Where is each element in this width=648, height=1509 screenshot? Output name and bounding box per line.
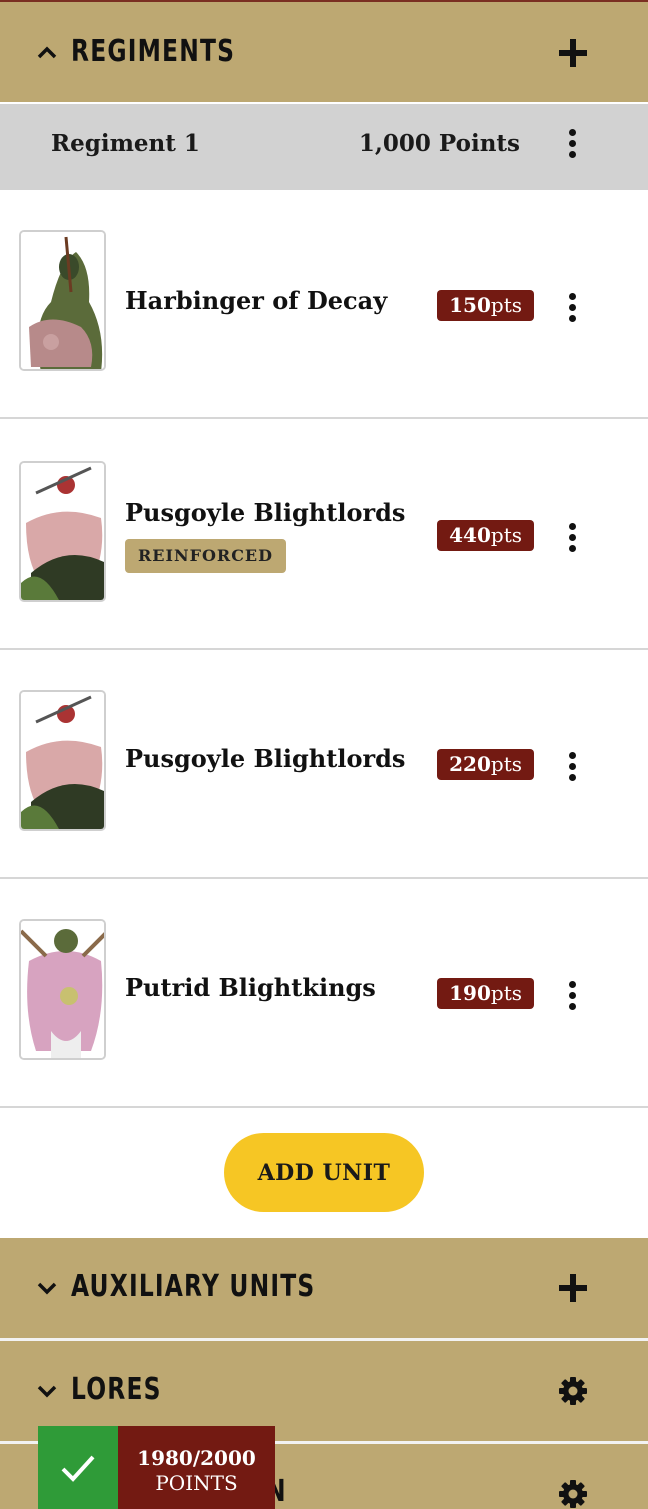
regiment-name: Regiment 1 — [51, 130, 200, 157]
unit-points-badge: 220pts — [437, 749, 534, 780]
points-label: POINTS — [155, 1471, 238, 1495]
add-unit-button[interactable]: ADD UNIT — [224, 1133, 424, 1212]
unit-image — [19, 230, 106, 371]
plus-icon[interactable] — [556, 1271, 590, 1305]
chevron-up-icon — [37, 46, 57, 59]
unit-image — [19, 690, 106, 831]
auxiliary-units-section-header[interactable]: AUXILIARY UNITS — [0, 1238, 648, 1338]
points-total: 1980/2000 POINTS — [118, 1426, 275, 1509]
gear-icon[interactable] — [556, 1374, 590, 1408]
unit-name: Putrid Blightkings — [125, 973, 376, 1002]
checkmark-icon — [61, 1455, 95, 1482]
gear-icon[interactable] — [556, 1477, 590, 1509]
unit-menu-icon[interactable] — [566, 523, 578, 553]
status-ok — [38, 1426, 118, 1509]
unit-row[interactable]: Pusgoyle Blightlords REINFORCED 440pts — [0, 421, 648, 650]
unit-row[interactable]: Pusgoyle Blightlords 220pts — [0, 650, 648, 879]
unit-menu-icon[interactable] — [566, 293, 578, 323]
unit-name: Pusgoyle Blightlords — [125, 498, 406, 527]
plus-icon[interactable] — [556, 36, 590, 70]
unit-image — [19, 919, 106, 1060]
unit-points-badge: 150pts — [437, 290, 534, 321]
unit-image — [19, 461, 106, 602]
points-summary[interactable]: 1980/2000 POINTS — [38, 1426, 275, 1509]
unit-row[interactable]: Harbinger of Decay 150pts — [0, 190, 648, 419]
chevron-down-icon — [37, 1385, 57, 1398]
unit-row[interactable]: Putrid Blightkings 190pts — [0, 879, 648, 1108]
auxiliary-units-title: AUXILIARY UNITS — [71, 1269, 316, 1304]
regiment-points: 1,000 Points — [358, 130, 520, 157]
chevron-down-icon — [37, 1282, 57, 1295]
regiments-section-header[interactable]: REGIMENTS — [0, 0, 648, 102]
unit-menu-icon[interactable] — [566, 981, 578, 1011]
points-count: 1980/2000 — [137, 1446, 256, 1470]
unit-menu-icon[interactable] — [566, 752, 578, 782]
unit-points-badge: 190pts — [437, 978, 534, 1009]
lores-title: LORES — [71, 1372, 162, 1407]
regiment-menu-icon[interactable] — [566, 129, 578, 159]
unit-points-badge: 440pts — [437, 520, 534, 551]
reinforced-badge: REINFORCED — [125, 539, 286, 573]
regiment-bar: Regiment 1 1,000 Points — [0, 104, 648, 190]
unit-name: Harbinger of Decay — [125, 286, 388, 315]
regiments-title: REGIMENTS — [71, 34, 236, 69]
unit-name: Pusgoyle Blightlords — [125, 744, 406, 773]
